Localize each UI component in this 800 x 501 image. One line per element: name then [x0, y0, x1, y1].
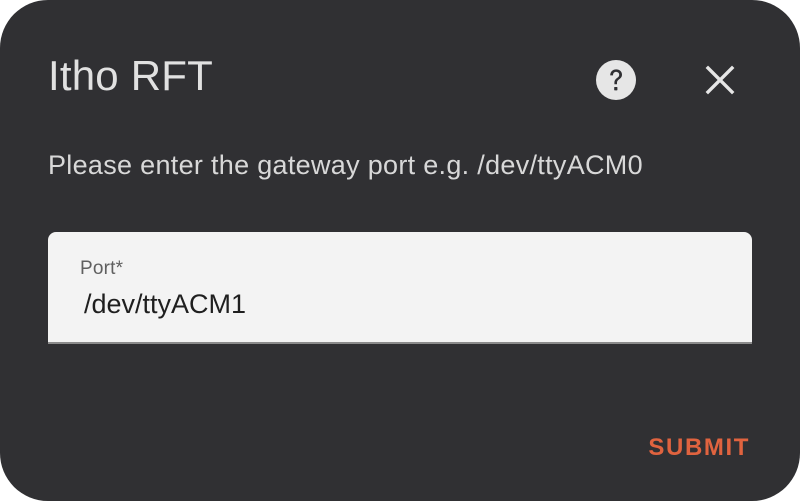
help-circle-icon — [596, 60, 636, 100]
submit-button[interactable]: SUBMIT — [648, 430, 750, 466]
dialog-description: Please enter the gateway port e.g. /dev/… — [48, 150, 643, 180]
port-field-label: Port* — [80, 258, 124, 279]
dialog-title: Itho RFT — [48, 52, 213, 99]
config-dialog: Itho RFT Please enter the gateway port e… — [0, 0, 800, 501]
help-button[interactable] — [592, 56, 640, 104]
port-input[interactable] — [84, 284, 724, 324]
close-button[interactable] — [696, 56, 744, 104]
port-field[interactable]: Port* — [48, 232, 752, 344]
close-icon — [705, 65, 735, 95]
